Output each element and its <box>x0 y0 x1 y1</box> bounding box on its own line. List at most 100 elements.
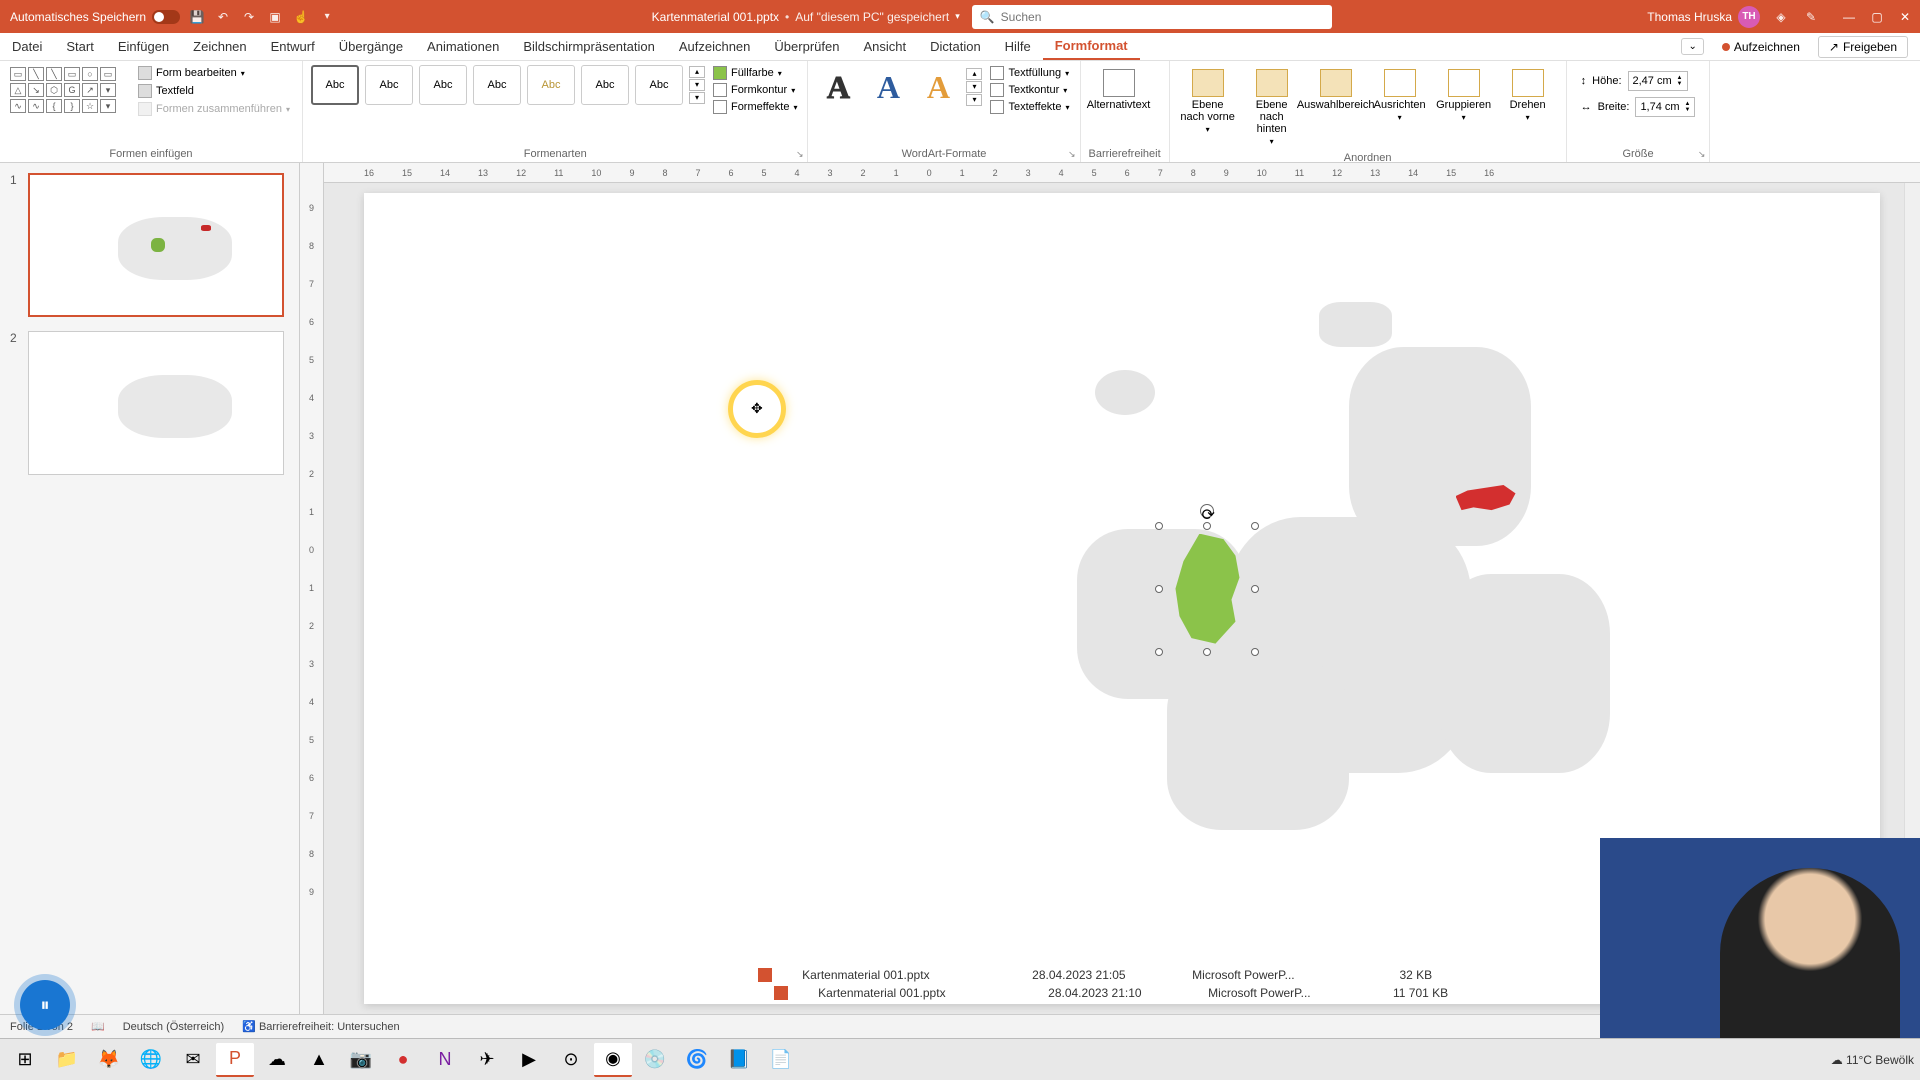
shape-style-gallery[interactable]: Abc Abc Abc Abc Abc Abc Abc ▴▾▾ <box>311 65 705 105</box>
drehen-button[interactable]: Drehen▾ <box>1498 65 1558 126</box>
ausrichten-button[interactable]: Ausrichten▾ <box>1370 65 1430 126</box>
from-start-icon[interactable]: ▣ <box>266 8 284 26</box>
avatar: TH <box>1738 6 1760 28</box>
fuellfarbe-button[interactable]: Füllfarbe ▾ <box>711 65 800 81</box>
tab-uebergaenge[interactable]: Übergänge <box>327 33 415 60</box>
style-more-icon[interactable]: ▴▾▾ <box>689 66 705 104</box>
telegram-icon[interactable]: ✈ <box>468 1043 506 1077</box>
app-icon[interactable]: ⊙ <box>552 1043 590 1077</box>
width-input[interactable]: 1,74 cm▲▼ <box>1635 97 1695 117</box>
launcher-icon[interactable]: ↘ <box>1698 149 1706 160</box>
tab-einfuegen[interactable]: Einfügen <box>106 33 181 60</box>
close-button[interactable]: ✕ <box>1898 10 1912 24</box>
textkontur-button[interactable]: Textkontur ▾ <box>988 82 1071 98</box>
app-icon[interactable]: 📘 <box>720 1043 758 1077</box>
app-icon[interactable]: ☁ <box>258 1043 296 1077</box>
search-box[interactable]: 🔍 <box>972 5 1332 29</box>
group-anordnen: Ebene nach vorne▾ Ebene nach hinten▾ Aus… <box>1170 61 1567 162</box>
gruppieren-button[interactable]: Gruppieren▾ <box>1434 65 1494 126</box>
tab-entwurf[interactable]: Entwurf <box>259 33 327 60</box>
minimize-button[interactable]: — <box>1842 10 1856 24</box>
height-input[interactable]: 2,47 cm▲▼ <box>1628 71 1688 91</box>
tab-bildschirm[interactable]: Bildschirmpräsentation <box>511 33 667 60</box>
taskbar: ⊞ 📁 🦊 🌐 ✉ P ☁ ▲ 📷 ● N ✈ ▶ ⊙ ◉ 💿 🌀 📘 📄 ☁ … <box>0 1038 1920 1080</box>
launcher-icon[interactable]: ↘ <box>796 149 804 160</box>
slide-thumbnail-1[interactable] <box>28 173 284 317</box>
launcher-icon[interactable]: ↘ <box>1068 149 1076 160</box>
group-formenarten: Abc Abc Abc Abc Abc Abc Abc ▴▾▾ Füllfarb… <box>303 61 809 162</box>
pen-icon[interactable]: ✎ <box>1802 8 1820 26</box>
firefox-icon[interactable]: 🦊 <box>90 1043 128 1077</box>
redo-icon[interactable]: ↷ <box>240 8 258 26</box>
autosave-toggle[interactable]: Automatisches Speichern <box>10 10 180 24</box>
edge-icon[interactable]: 🌀 <box>678 1043 716 1077</box>
maximize-button[interactable]: ▢ <box>1870 10 1884 24</box>
ebene-hinten-button[interactable]: Ebene nach hinten▾ <box>1242 65 1302 150</box>
touch-mode-icon[interactable]: ☝ <box>292 8 310 26</box>
powerpoint-icon[interactable]: P <box>216 1043 254 1077</box>
textfuellung-button[interactable]: Textfüllung ▾ <box>988 65 1071 81</box>
vlc-icon[interactable]: ▲ <box>300 1043 338 1077</box>
onenote-icon[interactable]: N <box>426 1043 464 1077</box>
height-icon: ↕ <box>1581 75 1587 87</box>
tab-ansicht[interactable]: Ansicht <box>851 33 918 60</box>
auswahlbereich-button[interactable]: Auswahlbereich <box>1306 65 1366 115</box>
language-button[interactable]: Deutsch (Österreich) <box>123 1021 224 1033</box>
chrome-icon[interactable]: 🌐 <box>132 1043 170 1077</box>
resize-handle[interactable] <box>1155 585 1163 593</box>
tab-aufzeichnen[interactable]: Aufzeichnen <box>667 33 763 60</box>
wordart-more-icon[interactable]: ▴▾▾ <box>966 68 982 106</box>
tab-ueberpruefen[interactable]: Überprüfen <box>762 33 851 60</box>
app-icon[interactable]: ▶ <box>510 1043 548 1077</box>
explorer-icon[interactable]: 📁 <box>48 1043 86 1077</box>
textfeld-button[interactable]: Textfeld <box>134 83 294 99</box>
rotate-handle[interactable]: ⟳ <box>1200 504 1214 518</box>
teams-icon[interactable]: ◈ <box>1772 8 1790 26</box>
tab-datei[interactable]: Datei <box>0 33 54 60</box>
qat-more-icon[interactable]: ▾ <box>318 8 336 26</box>
user-account[interactable]: Thomas Hruska TH <box>1647 6 1760 28</box>
recording-pause-button[interactable]: ⏸ <box>20 980 70 1030</box>
formeffekte-button[interactable]: Formeffekte ▾ <box>711 99 800 115</box>
tab-zeichnen[interactable]: Zeichnen <box>181 33 258 60</box>
spellcheck-icon[interactable]: 📖 <box>91 1020 105 1033</box>
weather-widget[interactable]: ☁ 11°C Bewölk <box>1831 1053 1914 1067</box>
tab-animationen[interactable]: Animationen <box>415 33 511 60</box>
form-bearbeiten-button[interactable]: Form bearbeiten ▾ <box>134 65 294 81</box>
shapes-gallery[interactable]: ▭╲╲▭○▭ △↘⬡G↗▾ ∿∿{}☆▾ <box>8 65 128 115</box>
save-icon[interactable]: 💾 <box>188 8 206 26</box>
outlook-icon[interactable]: ✉ <box>174 1043 212 1077</box>
thumb-number: 1 <box>10 173 22 317</box>
undo-icon[interactable]: ↶ <box>214 8 232 26</box>
wordart-gallery[interactable]: A A A ▴▾▾ <box>816 65 982 109</box>
freigeben-button[interactable]: ↗ Freigeben <box>1818 36 1908 58</box>
search-input[interactable] <box>1001 10 1324 24</box>
resize-handle[interactable] <box>1203 522 1211 530</box>
app-icon[interactable]: 📷 <box>342 1043 380 1077</box>
title-bar: Automatisches Speichern 💾 ↶ ↷ ▣ ☝ ▾ Kart… <box>0 0 1920 33</box>
tab-start[interactable]: Start <box>54 33 105 60</box>
accessibility-button[interactable]: ♿ Barrierefreiheit: Untersuchen <box>242 1020 399 1033</box>
app-icon[interactable]: 💿 <box>636 1043 674 1077</box>
obs-icon[interactable]: ◉ <box>594 1043 632 1077</box>
app-icon[interactable]: 📄 <box>762 1043 800 1077</box>
texteffekte-button[interactable]: Texteffekte ▾ <box>988 99 1071 115</box>
document-title[interactable]: Kartenmaterial 001.pptx • Auf "diesem PC… <box>652 10 960 24</box>
collapse-ribbon-icon[interactable]: ⌄ <box>1681 38 1703 55</box>
tab-dictation[interactable]: Dictation <box>918 33 993 60</box>
formkontur-button[interactable]: Formkontur ▾ <box>711 82 800 98</box>
slide-thumbnail-2[interactable] <box>28 331 284 475</box>
europe-map[interactable] <box>1046 290 1652 858</box>
germany-shape-selected[interactable]: ⟳ <box>1167 534 1247 644</box>
send-backward-icon <box>1256 69 1288 97</box>
aufzeichnen-button[interactable]: Aufzeichnen <box>1714 38 1808 56</box>
app-icon[interactable]: ● <box>384 1043 422 1077</box>
resize-handle[interactable] <box>1155 522 1163 530</box>
tab-hilfe[interactable]: Hilfe <box>993 33 1043 60</box>
alternativtext-button[interactable]: Alternativtext <box>1089 65 1149 115</box>
tab-formformat[interactable]: Formformat <box>1043 33 1140 60</box>
ebene-vorne-button[interactable]: Ebene nach vorne▾ <box>1178 65 1238 138</box>
slide-thumbnails-panel[interactable]: 1 2 <box>0 163 300 1014</box>
formen-zusammen-button: Formen zusammenführen ▾ <box>134 101 294 117</box>
start-button[interactable]: ⊞ <box>6 1043 44 1077</box>
